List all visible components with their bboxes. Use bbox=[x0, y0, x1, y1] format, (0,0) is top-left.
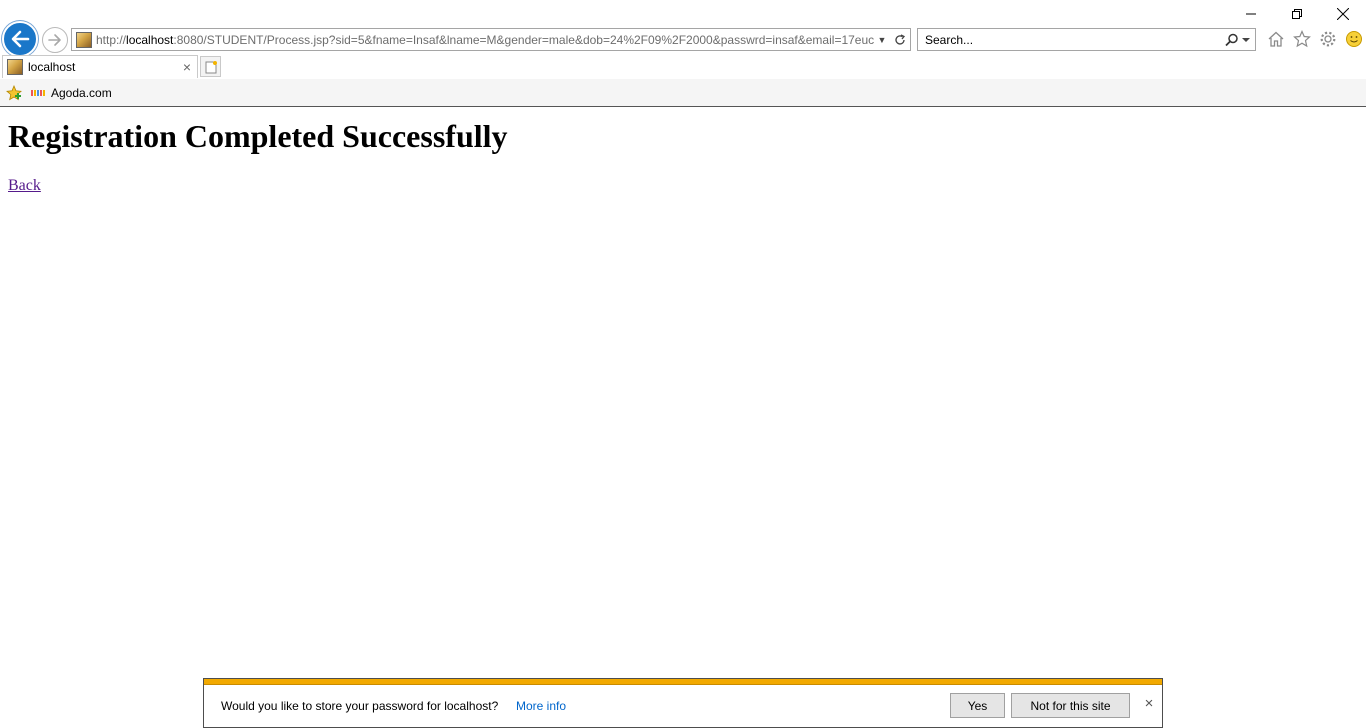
close-tab-icon[interactable]: × bbox=[177, 59, 197, 75]
favorite-label: Agoda.com bbox=[51, 85, 112, 100]
url-host: localhost bbox=[126, 32, 174, 47]
favorites-bar: Agoda.com bbox=[0, 79, 1366, 107]
star-icon bbox=[1293, 30, 1311, 48]
search-button[interactable] bbox=[1219, 33, 1255, 47]
new-tab-button[interactable] bbox=[200, 56, 221, 77]
back-button[interactable] bbox=[2, 21, 38, 57]
page-title: Registration Completed Successfully bbox=[8, 118, 508, 154]
arrow-left-icon bbox=[11, 30, 30, 48]
favorites-star-icon bbox=[6, 84, 22, 100]
restore-icon bbox=[1292, 9, 1302, 19]
window-controls bbox=[1228, 0, 1366, 28]
home-icon bbox=[1268, 31, 1284, 47]
chevron-down-icon bbox=[1241, 37, 1250, 42]
browser-toolbar bbox=[1266, 28, 1364, 50]
back-link[interactable]: Back bbox=[8, 177, 41, 195]
yes-button[interactable]: Yes bbox=[950, 693, 1005, 718]
close-notification-icon[interactable]: × bbox=[1142, 696, 1156, 711]
url-prefix: http:// bbox=[96, 32, 127, 47]
search-icon bbox=[1224, 33, 1238, 46]
minimize-button[interactable] bbox=[1228, 0, 1274, 28]
feedback-button[interactable] bbox=[1344, 29, 1364, 49]
close-icon bbox=[1337, 8, 1349, 20]
home-button[interactable] bbox=[1266, 29, 1286, 49]
address-bar[interactable]: http://localhost:8080/STUDENT/Process.js… bbox=[71, 28, 911, 51]
password-notification-bar: Would you like to store your password fo… bbox=[203, 678, 1163, 728]
tools-button[interactable] bbox=[1318, 29, 1338, 49]
notification-message: Would you like to store your password fo… bbox=[221, 699, 499, 713]
notification-accent-stripe bbox=[204, 679, 1162, 685]
forward-button[interactable] bbox=[42, 27, 68, 53]
close-window-button[interactable] bbox=[1320, 0, 1366, 28]
search-box[interactable]: Search... bbox=[917, 28, 1256, 51]
url-text[interactable]: http://localhost:8080/STUDENT/Process.js… bbox=[96, 33, 874, 47]
site-favicon-icon bbox=[76, 31, 92, 48]
new-tab-icon bbox=[205, 60, 217, 73]
arrow-right-icon bbox=[48, 34, 61, 46]
tab-localhost[interactable]: localhost × bbox=[2, 55, 198, 78]
restore-button[interactable] bbox=[1274, 0, 1320, 28]
gear-icon bbox=[1320, 31, 1336, 47]
refresh-button[interactable] bbox=[890, 33, 910, 46]
add-favorites-button[interactable] bbox=[5, 84, 23, 102]
not-for-this-site-button[interactable]: Not for this site bbox=[1011, 693, 1130, 718]
tab-label: localhost bbox=[28, 60, 76, 74]
search-input[interactable]: Search... bbox=[925, 33, 1219, 47]
favorite-agoda[interactable]: Agoda.com bbox=[31, 86, 112, 100]
agoda-logo-icon bbox=[31, 89, 45, 96]
page-content: Registration Completed Successfully Back bbox=[8, 108, 1358, 195]
address-dropdown-icon[interactable]: ▼ bbox=[874, 35, 890, 45]
more-info-link[interactable]: More info bbox=[516, 699, 566, 713]
tab-favicon-icon bbox=[7, 59, 23, 75]
smiley-icon bbox=[1346, 31, 1362, 47]
url-rest: :8080/STUDENT/Process.jsp?sid=5&fname=In… bbox=[173, 32, 874, 47]
favorites-button[interactable] bbox=[1292, 29, 1312, 49]
minimize-icon bbox=[1246, 13, 1256, 15]
refresh-icon bbox=[895, 33, 906, 45]
